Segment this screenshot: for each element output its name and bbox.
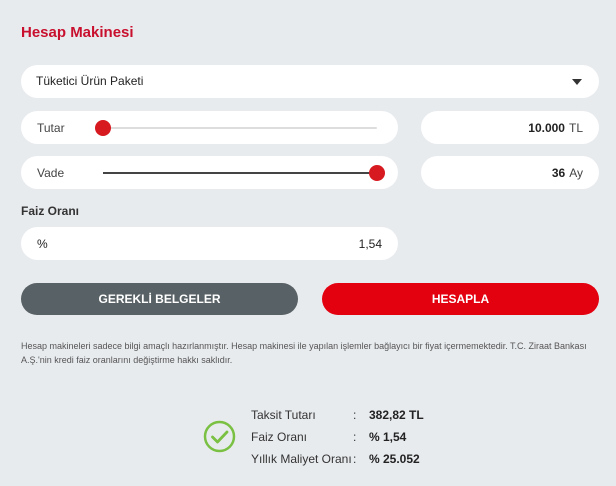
interest-label: Faiz Oranı (21, 204, 80, 218)
product-select[interactable]: Tüketici Ürün Paketi (21, 65, 599, 98)
result-value: % 1,54 (369, 430, 407, 444)
result-value: 382,82 TL (369, 408, 424, 422)
amount-slider-track[interactable] (95, 120, 377, 136)
interest-value: 1,54 (358, 237, 382, 251)
term-label: Vade (37, 166, 65, 180)
amount-label: Tutar (37, 121, 65, 135)
amount-slider-field: Tutar (21, 111, 398, 144)
calculator-panel: Hesap Makinesi Tüketici Ürün Paketi Tuta… (0, 0, 616, 486)
result-label: Yıllık Maliyet Oranı (251, 452, 352, 466)
term-value: 36 (551, 166, 566, 180)
disclaimer-text: Hesap makineleri sadece bilgi amaçlı haz… (21, 341, 587, 365)
term-unit: Ay (569, 166, 583, 180)
amount-unit: TL (568, 121, 583, 135)
amount-value-field[interactable]: 10.000 TL (421, 111, 599, 144)
result-label: Taksit Tutarı (251, 408, 316, 422)
interest-prefix: % (37, 237, 48, 251)
amount-slider-handle[interactable] (95, 120, 111, 136)
result-colon: : (353, 430, 357, 444)
result-value: % 25.052 (369, 452, 420, 466)
term-slider-track[interactable] (103, 165, 385, 181)
result-colon: : (353, 452, 357, 466)
interest-rate-field[interactable]: % 1,54 (21, 227, 398, 260)
calculate-button[interactable]: HESAPLA (322, 283, 599, 315)
caret-down-icon[interactable] (572, 79, 582, 85)
required-documents-button[interactable]: GEREKLİ BELGELER (21, 283, 298, 315)
result-label: Faiz Oranı (251, 430, 308, 444)
page-title: Hesap Makinesi (21, 24, 134, 41)
check-circle-icon (203, 420, 236, 453)
result-colon: : (353, 408, 357, 422)
term-slider-handle[interactable] (369, 165, 385, 181)
product-select-value: Tüketici Ürün Paketi (36, 74, 144, 88)
amount-value: 10.000 (528, 121, 565, 135)
term-value-field[interactable]: 36 Ay (421, 156, 599, 189)
term-slider-field: Vade (21, 156, 398, 189)
term-slider-fill (103, 172, 377, 174)
